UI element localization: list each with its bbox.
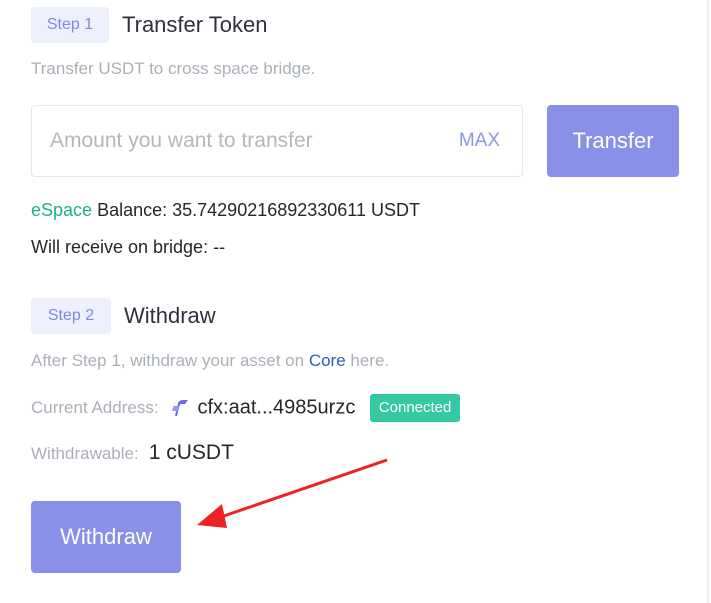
arrow-head — [197, 504, 227, 528]
red-arrow-annotation — [197, 458, 388, 528]
bridge-panel: Step 1 Transfer Token Transfer USDT to c… — [0, 0, 709, 603]
arrow-shaft — [214, 458, 388, 521]
